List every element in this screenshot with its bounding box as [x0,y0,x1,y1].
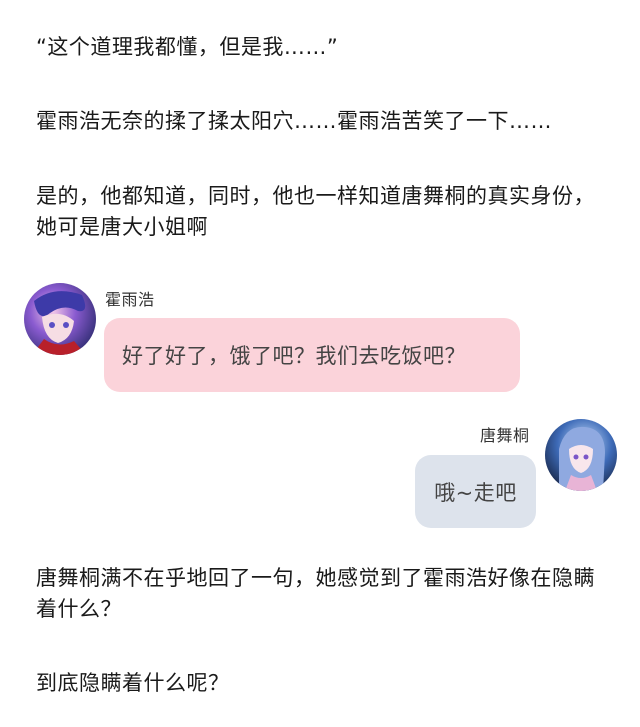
chat-message-left: 好了好了，饿了吧？我们去吃饭吧？ [122,344,466,368]
paragraph-5: 到底隐瞒着什么呢？ [36,671,230,695]
sender-name-right: 唐舞桐 [480,426,530,445]
chat-bubble-left: 好了好了，饿了吧？我们去吃饭吧？ [104,318,520,392]
avatar-tang-wutong[interactable] [545,419,617,491]
paragraph-4: 唐舞桐满不在乎地回了一句，她感觉到了霍雨浩好像在隐瞒着什么？ [36,566,595,621]
sender-name-left: 霍雨浩 [105,290,155,309]
character-avatar-icon [24,283,96,355]
chat-bubble-right: 哦~走吧 [415,455,536,528]
paragraph-2: 霍雨浩无奈的揉了揉太阳穴……霍雨浩苦笑了一下…… [36,109,552,133]
paragraph-1: “这个道理我都懂，但是我……” [36,35,339,59]
chat-message-right: 哦~走吧 [434,480,517,505]
avatar-huo-yuhao[interactable] [24,283,96,355]
character-avatar-icon [545,419,617,491]
paragraph-3: 是的，他都知道，同时，他也一样知道唐舞桐的真实身份，她可是唐大小姐啊 [36,184,595,239]
